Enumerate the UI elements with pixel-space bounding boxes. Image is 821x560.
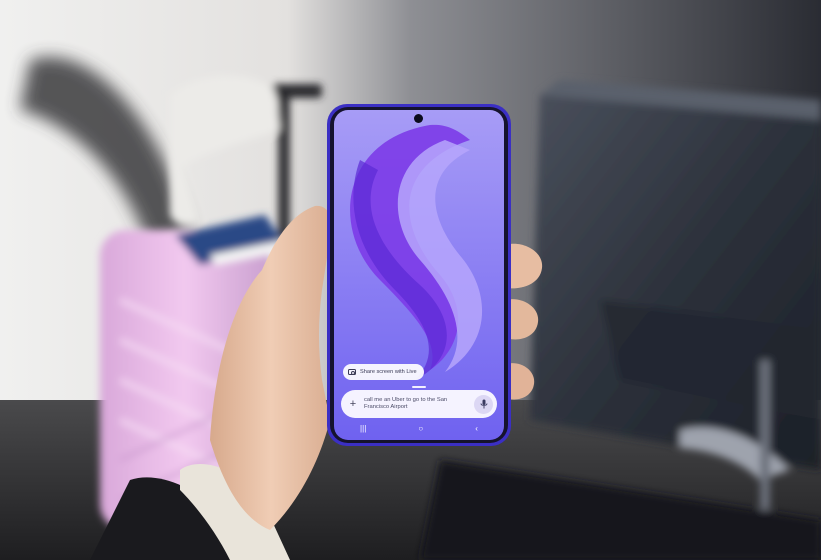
assistant-prompt-bar[interactable]: + call me an Uber to go to the San Franc… — [341, 390, 497, 418]
mic-icon — [480, 399, 487, 409]
home-icon[interactable]: ○ — [418, 425, 423, 433]
recents-icon[interactable]: ||| — [360, 425, 366, 433]
back-icon[interactable]: ‹ — [475, 425, 478, 433]
navigation-bar: ||| ○ ‹ — [334, 422, 504, 436]
photo-scene: Share screen with Live + call me an Uber… — [0, 0, 821, 560]
mic-button[interactable] — [474, 394, 493, 414]
share-screen-live-chip[interactable]: Share screen with Live — [343, 364, 424, 380]
sheet-handle[interactable] — [412, 386, 426, 388]
plus-icon[interactable]: + — [348, 399, 358, 410]
prompt-text[interactable]: call me an Uber to go to the San Francis… — [358, 397, 474, 412]
live-chip-label: Share screen with Live — [360, 369, 417, 375]
front-camera — [414, 114, 423, 123]
camera-icon — [348, 369, 356, 375]
phone-screen: Share screen with Live + call me an Uber… — [334, 110, 504, 440]
